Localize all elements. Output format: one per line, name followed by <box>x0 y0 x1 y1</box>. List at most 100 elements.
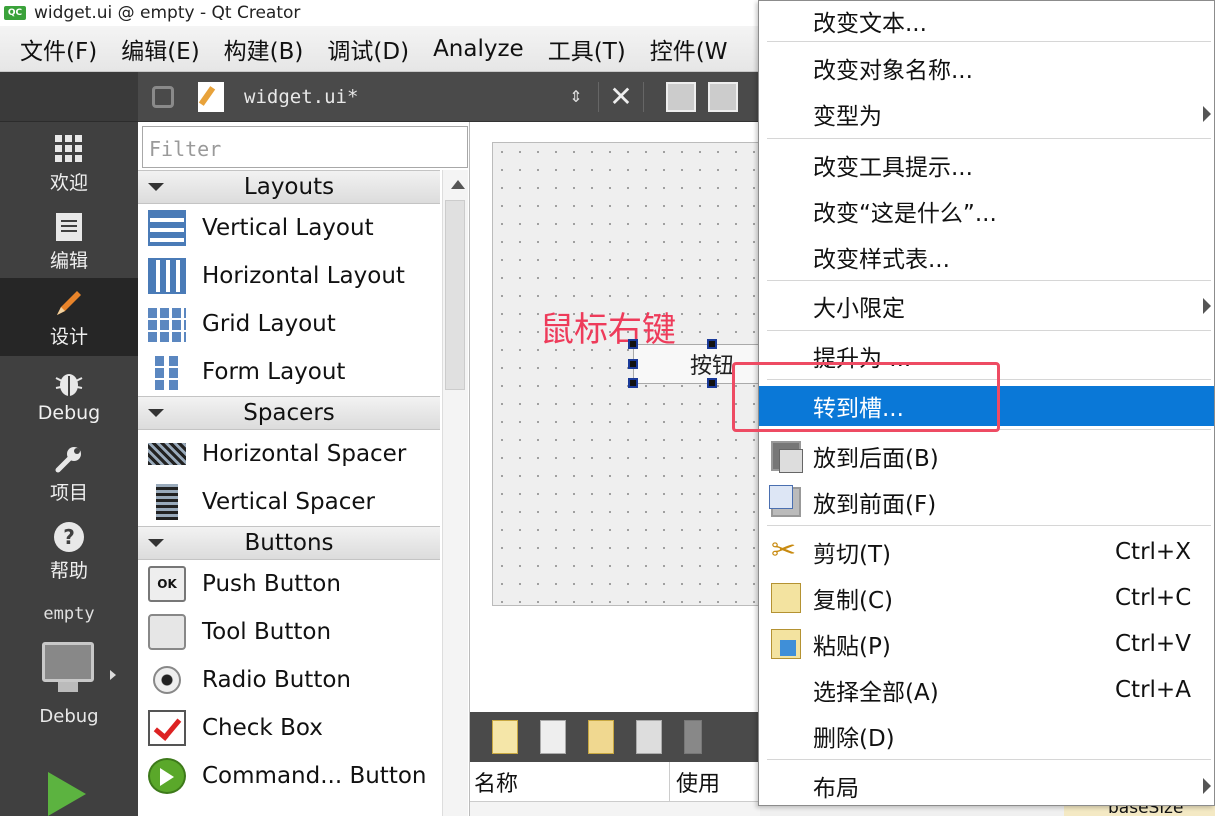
toolbar-separator <box>598 81 599 112</box>
widget-filter-input[interactable]: Filter <box>142 126 468 168</box>
menu-debug[interactable]: 调试(D) <box>327 32 409 66</box>
close-icon[interactable]: ✕ <box>609 80 633 113</box>
widget-item-horizontal-layout[interactable]: Horizontal Layout <box>138 252 440 300</box>
menu-item-shortcut: Ctrl+A <box>1115 677 1191 703</box>
check-box-icon <box>148 710 186 746</box>
widget-box-scrollbar[interactable] <box>442 170 468 816</box>
selection-handle[interactable] <box>628 359 638 369</box>
selection-handle[interactable] <box>628 378 638 388</box>
category-label: Buttons <box>244 530 334 556</box>
category-buttons[interactable]: Buttons <box>138 526 440 560</box>
widget-item-command-link-button[interactable]: Command... Button <box>138 752 440 800</box>
widget-item-label: Command... Button <box>202 763 427 789</box>
menu-item-label: 选择全部(A) <box>813 680 939 706</box>
open-file-name[interactable]: widget.ui* <box>244 86 564 108</box>
mode-bar-top <box>0 72 138 122</box>
mode-welcome[interactable]: 欢迎 <box>0 124 138 202</box>
menu-separator <box>767 280 1211 281</box>
widget-item-label: Vertical Spacer <box>202 489 375 515</box>
bug-icon <box>52 366 86 400</box>
menu-item-morph-into[interactable]: 变型为 <box>759 94 1214 134</box>
mode-design[interactable]: 设计 <box>0 278 138 356</box>
mode-help[interactable]: ? 帮助 <box>0 512 138 590</box>
menu-analyze[interactable]: Analyze <box>433 36 524 62</box>
action-table-body <box>470 802 760 816</box>
category-spacers[interactable]: Spacers <box>138 396 440 430</box>
menu-edit[interactable]: 编辑(E) <box>121 32 199 66</box>
menu-item-paste[interactable]: 粘贴(P) Ctrl+V <box>759 624 1214 664</box>
wrench-icon <box>52 442 86 476</box>
menu-item-label: 放到前面(F) <box>813 492 937 518</box>
menu-item-copy[interactable]: 复制(C) Ctrl+C <box>759 578 1214 618</box>
menu-item-select-all[interactable]: 选择全部(A) Ctrl+A <box>759 670 1214 710</box>
menu-item-bring-to-front[interactable]: 放到前面(F) <box>759 482 1214 522</box>
widget-list: Layouts Vertical Layout Horizontal Layou… <box>138 170 440 816</box>
run-button[interactable] <box>48 772 86 816</box>
editor-toolbar: widget.ui* ⇕ ✕ <box>138 72 760 122</box>
target-selector-arrow-icon[interactable] <box>110 670 116 680</box>
widget-item-push-button[interactable]: OK Push Button <box>138 560 440 608</box>
scroll-up-arrow-icon[interactable] <box>451 180 465 189</box>
menu-item-layout[interactable]: 布局 <box>759 766 1214 806</box>
menu-separator <box>767 525 1211 526</box>
column-header-used[interactable]: 使用 <box>670 766 720 798</box>
menu-item-send-to-back[interactable]: 放到后面(B) <box>759 436 1214 476</box>
widget-item-vertical-spacer[interactable]: Vertical Spacer <box>138 478 440 526</box>
widget-item-vertical-layout[interactable]: Vertical Layout <box>138 204 440 252</box>
widget-item-radio-button[interactable]: Radio Button <box>138 656 440 704</box>
menu-separator <box>767 41 1211 42</box>
vertical-spacer-icon <box>156 484 178 520</box>
menu-file[interactable]: 文件(F) <box>20 32 97 66</box>
mode-bar: 欢迎 编辑 设计 Debug 项目 ? 帮助 empty Debug <box>0 72 138 816</box>
file-switch-icon[interactable]: ⇕ <box>564 87 588 106</box>
column-header-name[interactable]: 名称 <box>470 762 670 801</box>
scroll-thumb[interactable] <box>445 200 465 390</box>
widget-box: Filter Layouts Vertical Layout Horizonta… <box>138 122 470 816</box>
delete-action-icon[interactable] <box>636 720 662 754</box>
menu-item-label: 改变“这是什么”... <box>813 201 997 227</box>
lock-icon[interactable] <box>152 85 174 108</box>
mode-projects[interactable]: 项目 <box>0 434 138 512</box>
selection-handle[interactable] <box>707 378 717 388</box>
svg-text:?: ? <box>63 525 75 549</box>
menu-item-cut[interactable]: 剪切(T) Ctrl+X <box>759 532 1214 572</box>
radio-button-icon <box>153 666 181 694</box>
edit-signals-slots-icon[interactable] <box>708 81 738 112</box>
menu-item-size-constraints[interactable]: 大小限定 <box>759 286 1214 326</box>
widget-item-tool-button[interactable]: Tool Button <box>138 608 440 656</box>
widget-item-check-box[interactable]: Check Box <box>138 704 440 752</box>
new-action-icon[interactable] <box>492 720 518 754</box>
menu-item-change-whatsthis[interactable]: 改变“这是什么”... <box>759 191 1214 231</box>
widget-item-form-layout[interactable]: Form Layout <box>138 348 440 396</box>
mode-edit[interactable]: 编辑 <box>0 202 138 280</box>
menu-item-shortcut: Ctrl+X <box>1115 539 1191 565</box>
widget-item-label: Vertical Layout <box>202 215 374 241</box>
selection-handle[interactable] <box>628 339 638 349</box>
menu-widgets[interactable]: 控件(W <box>650 32 728 66</box>
pencil-icon <box>52 286 86 320</box>
configure-action-icon[interactable] <box>684 720 702 754</box>
edit-widgets-icon[interactable] <box>666 81 696 112</box>
copy-icon <box>771 583 801 613</box>
action-table-header: 名称 使用 <box>470 762 760 802</box>
widget-item-horizontal-spacer[interactable]: Horizontal Spacer <box>138 430 440 478</box>
copy-action-icon[interactable] <box>540 720 566 754</box>
menu-item-change-text[interactable]: 改变文本... <box>759 1 1214 41</box>
monitor-icon[interactable] <box>42 642 94 682</box>
menu-item-label: 剪切(T) <box>813 542 891 568</box>
category-layouts[interactable]: Layouts <box>138 170 440 204</box>
widget-item-grid-layout[interactable]: Grid Layout <box>138 300 440 348</box>
menu-item-change-stylesheet[interactable]: 改变样式表... <box>759 237 1214 277</box>
menu-item-label: 布局 <box>813 776 859 802</box>
menu-item-delete[interactable]: 删除(D) <box>759 716 1214 756</box>
menu-item-change-object-name[interactable]: 改变对象名称... <box>759 48 1214 88</box>
selection-handle[interactable] <box>707 339 717 349</box>
paste-action-icon[interactable] <box>588 720 614 754</box>
submenu-arrow-icon <box>1203 778 1211 794</box>
menu-item-label: 改变工具提示... <box>813 155 973 181</box>
menu-tools[interactable]: 工具(T) <box>548 32 626 66</box>
menu-item-change-tooltip[interactable]: 改变工具提示... <box>759 145 1214 185</box>
menu-build[interactable]: 构建(B) <box>224 32 304 66</box>
mode-debug[interactable]: Debug <box>0 356 138 434</box>
category-label: Layouts <box>243 174 335 200</box>
